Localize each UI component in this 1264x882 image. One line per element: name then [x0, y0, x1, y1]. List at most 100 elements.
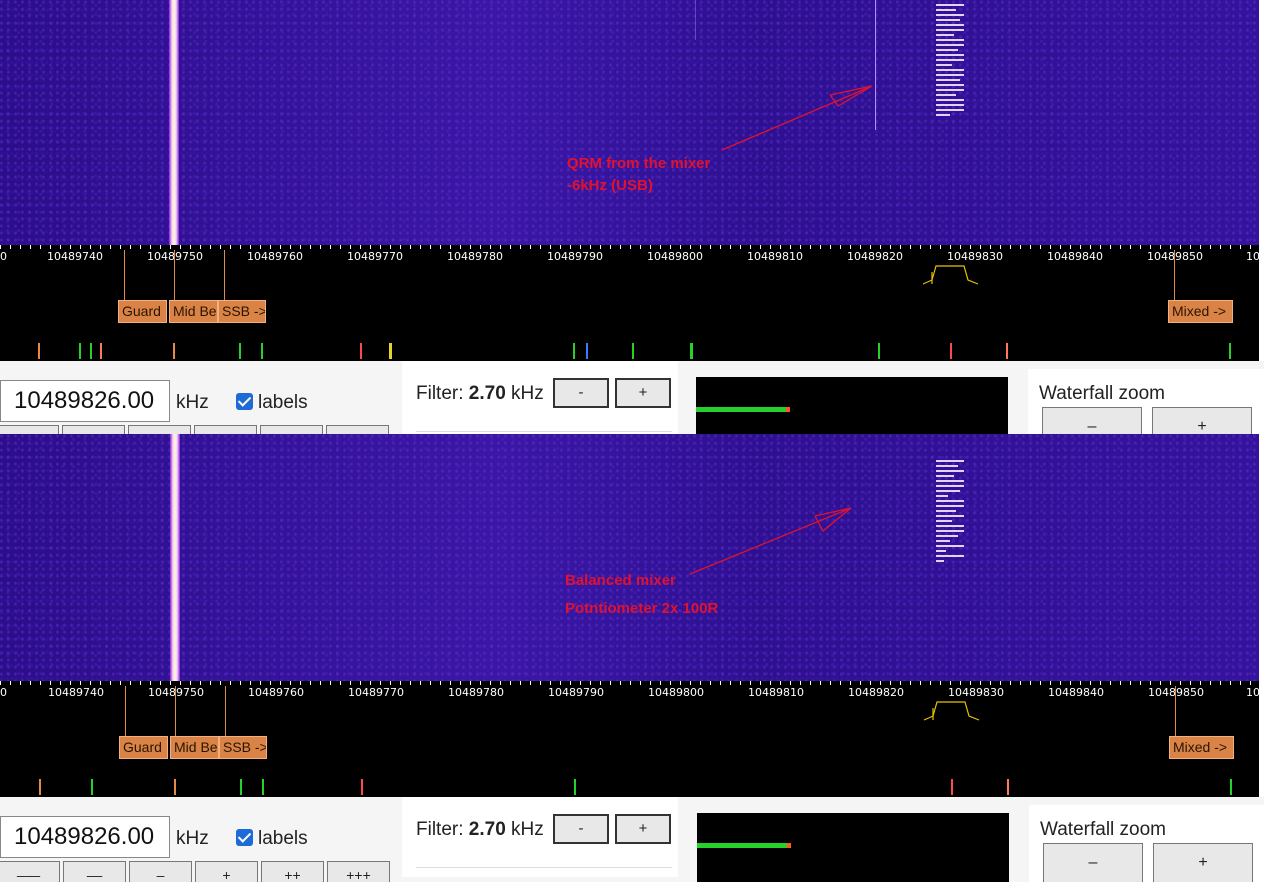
spot-marker[interactable] — [262, 779, 264, 795]
band-marker-mixed[interactable]: Mixed -> — [1169, 736, 1234, 759]
spot-marker[interactable] — [240, 779, 242, 795]
scale-ticks — [0, 681, 1259, 685]
step-button[interactable] — [194, 425, 257, 434]
labels-checkbox-label: labels — [258, 828, 308, 849]
filter-narrow-button[interactable]: - — [553, 814, 609, 844]
step-button[interactable] — [128, 425, 191, 434]
spot-marker[interactable] — [173, 343, 175, 359]
zoom-out-button[interactable]: – — [1042, 407, 1142, 434]
step-button-plus-2[interactable]: ++ — [261, 861, 324, 882]
qrm-spur-trace — [875, 0, 876, 130]
passband-indicator[interactable] — [922, 262, 980, 286]
spot-marker[interactable] — [574, 779, 576, 795]
scale-label: 10489770 — [347, 250, 403, 263]
filter-widen-button[interactable]: + — [615, 814, 671, 844]
annotation-arrow — [689, 507, 852, 575]
scale-label: 10489810 — [747, 250, 803, 263]
spot-marker[interactable] — [586, 343, 588, 359]
labels-checkbox[interactable] — [236, 393, 253, 410]
step-button[interactable] — [260, 425, 323, 434]
signal-meter-bar — [697, 843, 791, 848]
spot-marker[interactable] — [39, 779, 41, 795]
annotation-arrow — [721, 85, 873, 151]
frequency-input[interactable]: 10489826.00 — [0, 816, 170, 858]
waterfall-zoom-box: Waterfall zoom – + — [1028, 369, 1264, 434]
band-marker-mid-beacon[interactable]: Mid Be — [170, 736, 219, 759]
scale-edge-left: 0 — [0, 686, 7, 699]
marker-line — [1175, 686, 1176, 738]
spot-marker[interactable] — [79, 343, 81, 359]
scale-label: 10489790 — [548, 686, 604, 699]
spot-marker[interactable] — [632, 343, 634, 359]
zoom-out-button[interactable]: – — [1043, 843, 1143, 882]
spot-marker[interactable] — [1230, 779, 1232, 795]
band-marker-mid-beacon[interactable]: Mid Be — [169, 300, 218, 323]
marker-line — [174, 250, 175, 302]
band-marker-guard[interactable]: Guard — [119, 736, 168, 759]
frequency-scale[interactable]: 0 10489740 10489750 10489760 10489770 10… — [0, 245, 1260, 361]
passband-indicator[interactable] — [923, 698, 981, 722]
spot-marker[interactable] — [91, 779, 93, 795]
scale-edge-right: 10 — [1246, 250, 1260, 263]
filter-label: Filter: 2.70 kHz — [416, 819, 544, 840]
spot-marker[interactable] — [573, 343, 575, 359]
waterfall-display[interactable]: Balanced mixer Potntiometer 2x 100R — [0, 434, 1259, 681]
step-button-minus-1[interactable]: – — [129, 861, 192, 882]
labels-checkbox[interactable] — [236, 829, 253, 846]
zoom-in-button[interactable]: + — [1152, 407, 1252, 434]
scale-label: 10489760 — [247, 250, 303, 263]
spot-marker[interactable] — [878, 343, 880, 359]
spot-marker[interactable] — [239, 343, 241, 359]
spot-marker[interactable] — [174, 779, 176, 795]
scale-label: 10489780 — [447, 250, 503, 263]
step-button[interactable] — [62, 425, 125, 434]
step-button-plus-3[interactable]: +++ — [327, 861, 390, 882]
frequency-input[interactable]: 10489826.00 — [0, 380, 170, 422]
spot-marker[interactable] — [38, 343, 40, 359]
annotation-text: Balanced mixer Potntiometer 2x 100R — [565, 572, 719, 617]
waterfall-zoom-box: Waterfall zoom – + — [1029, 805, 1264, 882]
scale-label: 10489790 — [547, 250, 603, 263]
frequency-scale[interactable]: 0 10489740 10489750 10489760 10489770 10… — [0, 681, 1260, 797]
scale-label: 10489820 — [847, 250, 903, 263]
scale-label: 10489810 — [748, 686, 804, 699]
beacon-carrier-trace — [170, 434, 180, 681]
waterfall-display[interactable]: QRM from the mixer -6kHz (USB) — [0, 0, 1259, 245]
spot-marker[interactable] — [100, 343, 102, 359]
step-button-minus-3[interactable]: ––– — [0, 861, 60, 882]
filter-narrow-button[interactable]: - — [553, 378, 609, 408]
scale-label: 10489850 — [1148, 686, 1204, 699]
scale-label: 10489820 — [848, 686, 904, 699]
spot-marker[interactable] — [1006, 343, 1008, 359]
band-marker-mixed[interactable]: Mixed -> — [1168, 300, 1233, 323]
spot-marker[interactable] — [1007, 779, 1009, 795]
scale-label: 10489740 — [47, 250, 103, 263]
ssb-signal-trace — [936, 460, 964, 565]
spot-marker[interactable] — [1229, 343, 1231, 359]
scale-edge-left: 0 — [0, 250, 7, 263]
spot-marker[interactable] — [360, 343, 362, 359]
step-button-plus-1[interactable]: + — [195, 861, 258, 882]
band-marker-ssb[interactable]: SSB -> — [218, 300, 266, 323]
scale-label: 10489800 — [648, 686, 704, 699]
step-button[interactable] — [0, 425, 59, 434]
spot-marker[interactable] — [950, 343, 952, 359]
spot-marker[interactable] — [951, 779, 953, 795]
signal-meter-bar — [696, 407, 790, 412]
band-marker-guard[interactable]: Guard — [118, 300, 167, 323]
spot-marker[interactable] — [361, 779, 363, 795]
step-button[interactable] — [326, 425, 389, 434]
divider — [416, 867, 672, 868]
filter-value: 2.70 — [468, 819, 506, 840]
signal-meter — [697, 813, 1009, 882]
spot-marker[interactable] — [389, 343, 392, 359]
spot-marker[interactable] — [261, 343, 263, 359]
scale-label: 10489740 — [48, 686, 104, 699]
spot-marker[interactable] — [90, 343, 92, 359]
zoom-in-button[interactable]: + — [1153, 843, 1253, 882]
step-button-minus-2[interactable]: –– — [63, 861, 126, 882]
filter-widen-button[interactable]: + — [615, 378, 671, 408]
spot-marker[interactable] — [690, 343, 693, 359]
filter-label: Filter: 2.70 kHz — [416, 383, 544, 404]
band-marker-ssb[interactable]: SSB -> — [219, 736, 267, 759]
